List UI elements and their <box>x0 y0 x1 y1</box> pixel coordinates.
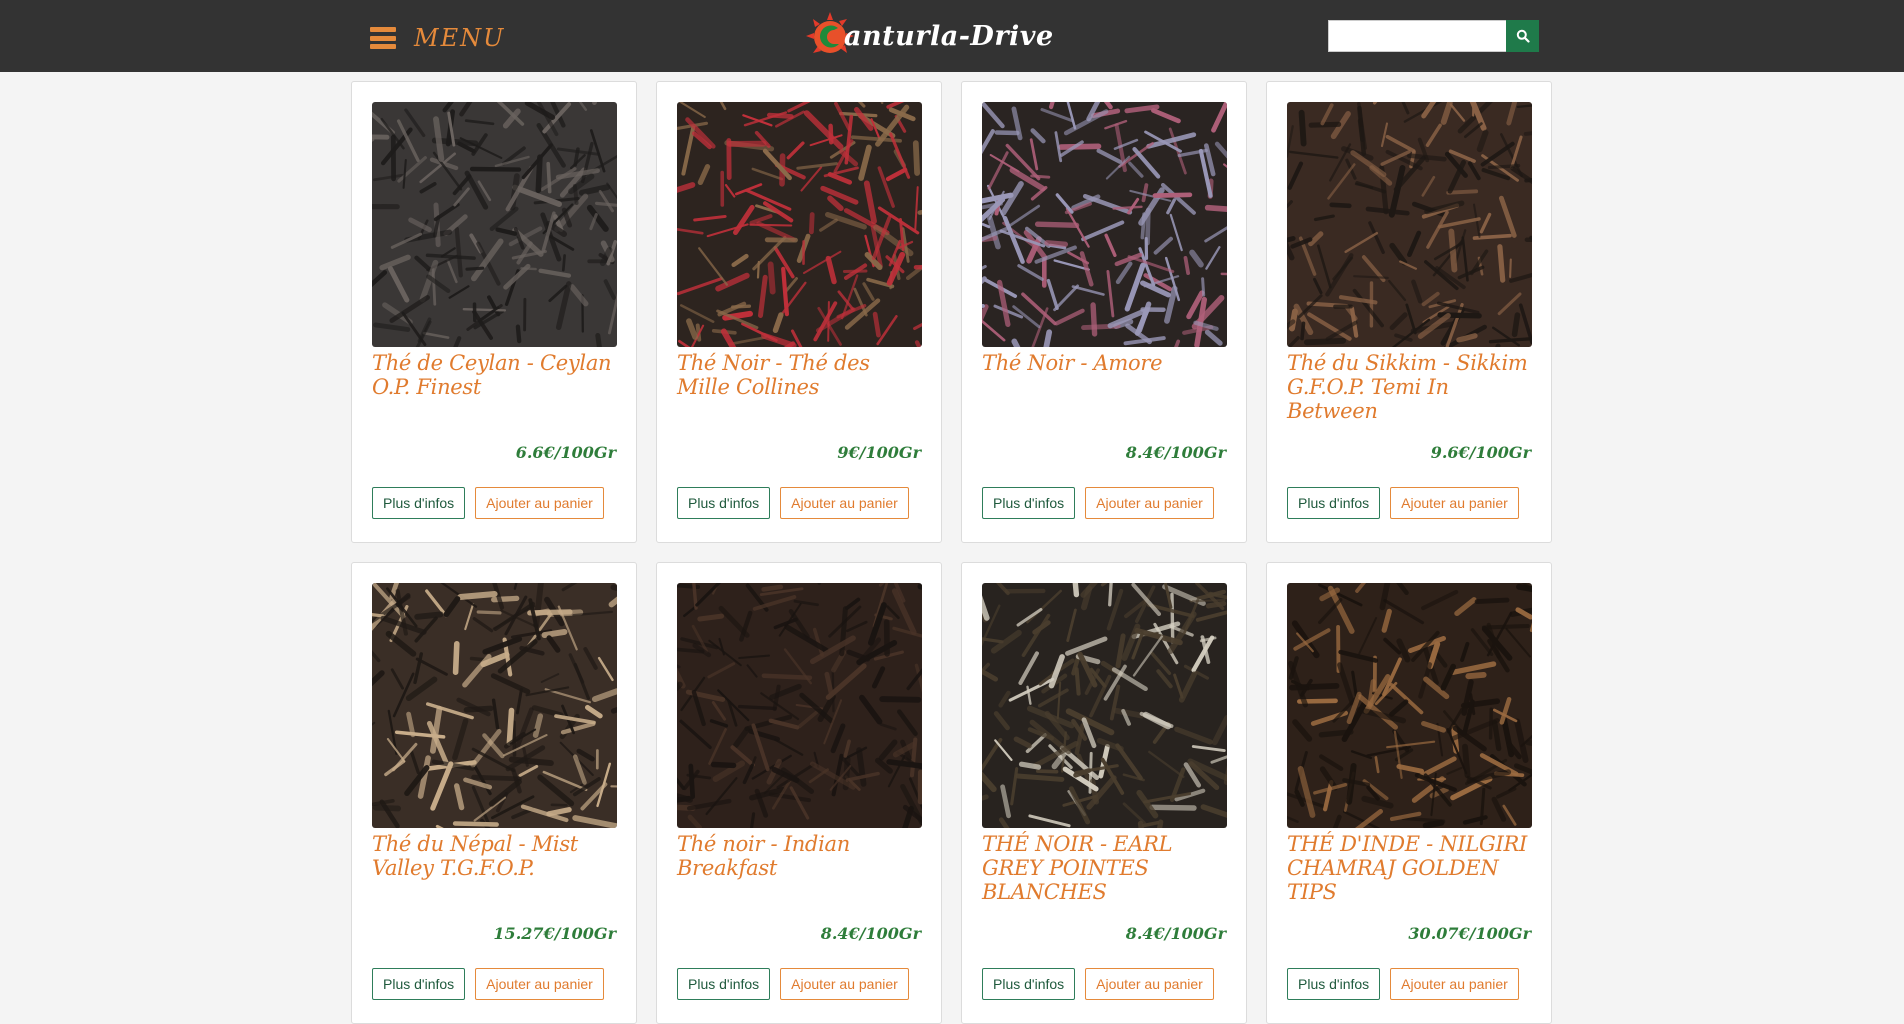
add-to-cart-button[interactable]: Ajouter au panier <box>1085 487 1214 519</box>
product-grid: Thé de Ceylan - Ceylan O.P. Finest 6.6€/… <box>351 81 1552 1024</box>
more-info-button[interactable]: Plus d'infos <box>677 968 770 1000</box>
product-price: 6.6€/100Gr <box>372 443 616 465</box>
search-form <box>1328 20 1539 52</box>
product-card: Thé Noir - Amore 8.4€/100Gr Plus d'infos… <box>961 81 1247 543</box>
product-card: Thé de Ceylan - Ceylan O.P. Finest 6.6€/… <box>351 81 637 543</box>
product-image[interactable] <box>372 583 617 828</box>
product-price: 9.6€/100Gr <box>1287 443 1531 465</box>
search-icon <box>1516 29 1530 43</box>
search-input[interactable] <box>1328 20 1506 52</box>
product-card: THÉ D'INDE - NILGIRI CHAMRAJ GOLDEN TIPS… <box>1266 562 1552 1024</box>
product-price: 8.4€/100Gr <box>677 924 921 946</box>
more-info-button[interactable]: Plus d'infos <box>372 968 465 1000</box>
add-to-cart-button[interactable]: Ajouter au panier <box>780 487 909 519</box>
product-image[interactable] <box>677 102 922 347</box>
product-price: 30.07€/100Gr <box>1287 924 1531 946</box>
add-to-cart-button[interactable]: Ajouter au panier <box>780 968 909 1000</box>
product-title[interactable]: Thé Noir - Amore <box>982 351 1226 443</box>
product-price: 8.4€/100Gr <box>982 443 1226 465</box>
product-image[interactable] <box>372 102 617 347</box>
menu-label: MENU <box>414 24 505 52</box>
product-image[interactable] <box>1287 583 1532 828</box>
more-info-button[interactable]: Plus d'infos <box>982 968 1075 1000</box>
search-button[interactable] <box>1506 20 1539 52</box>
product-card: Thé du Sikkim - Sikkim G.F.O.P. Temi In … <box>1266 81 1552 543</box>
product-image[interactable] <box>982 583 1227 828</box>
product-title[interactable]: Thé de Ceylan - Ceylan O.P. Finest <box>372 351 616 443</box>
product-title[interactable]: THÉ NOIR - EARL GREY POINTES BLANCHES <box>982 832 1226 924</box>
product-card: Thé Noir - Thé des Mille Collines 9€/100… <box>656 81 942 543</box>
add-to-cart-button[interactable]: Ajouter au panier <box>475 968 604 1000</box>
menu-button[interactable]: MENU <box>370 22 505 54</box>
hamburger-icon <box>370 27 396 49</box>
product-card: Thé noir - Indian Breakfast 8.4€/100Gr P… <box>656 562 942 1024</box>
product-price: 9€/100Gr <box>677 443 921 465</box>
add-to-cart-button[interactable]: Ajouter au panier <box>475 487 604 519</box>
product-image[interactable] <box>982 102 1227 347</box>
more-info-button[interactable]: Plus d'infos <box>982 487 1075 519</box>
site-logo[interactable]: anturla-Drive <box>804 10 1054 62</box>
product-image[interactable] <box>677 583 922 828</box>
more-info-button[interactable]: Plus d'infos <box>1287 487 1380 519</box>
more-info-button[interactable]: Plus d'infos <box>677 487 770 519</box>
logo-text: anturla-Drive <box>844 21 1054 52</box>
product-title[interactable]: Thé du Sikkim - Sikkim G.F.O.P. Temi In … <box>1287 351 1531 443</box>
product-title[interactable]: Thé noir - Indian Breakfast <box>677 832 921 924</box>
add-to-cart-button[interactable]: Ajouter au panier <box>1390 487 1519 519</box>
product-price: 15.27€/100Gr <box>372 924 616 946</box>
product-title[interactable]: THÉ D'INDE - NILGIRI CHAMRAJ GOLDEN TIPS <box>1287 832 1531 924</box>
add-to-cart-button[interactable]: Ajouter au panier <box>1390 968 1519 1000</box>
top-navigation-bar: MENU anturla-Drive <box>0 0 1904 72</box>
product-price: 8.4€/100Gr <box>982 924 1226 946</box>
product-title[interactable]: Thé du Népal - Mist Valley T.G.F.O.P. <box>372 832 616 924</box>
more-info-button[interactable]: Plus d'infos <box>372 487 465 519</box>
product-image[interactable] <box>1287 102 1532 347</box>
product-card: Thé du Népal - Mist Valley T.G.F.O.P. 15… <box>351 562 637 1024</box>
add-to-cart-button[interactable]: Ajouter au panier <box>1085 968 1214 1000</box>
product-title[interactable]: Thé Noir - Thé des Mille Collines <box>677 351 921 443</box>
product-card: THÉ NOIR - EARL GREY POINTES BLANCHES 8.… <box>961 562 1247 1024</box>
more-info-button[interactable]: Plus d'infos <box>1287 968 1380 1000</box>
